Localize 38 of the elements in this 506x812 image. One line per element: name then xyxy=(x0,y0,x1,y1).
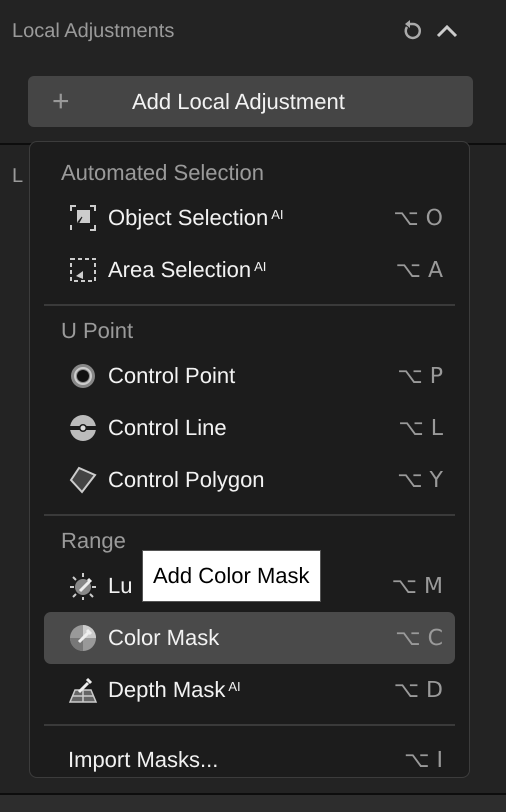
menu-item-label[interactable]: Lu xyxy=(108,573,132,599)
sun-dropper-icon xyxy=(68,571,98,601)
control-point-icon xyxy=(68,361,98,391)
menu-item-label[interactable]: Object Selection xyxy=(108,205,268,231)
color-wheel-icon xyxy=(68,623,98,653)
menu-item-label[interactable]: Area Selection xyxy=(108,257,252,283)
keyboard-shortcut: ⌥ O xyxy=(393,206,443,230)
menu-item-label[interactable]: Depth Mask xyxy=(108,677,226,703)
menu-item-label: Color Mask xyxy=(108,625,220,651)
panel-title: Local Adjustments xyxy=(12,20,174,42)
add-local-adjustment-button[interactable]: + Add Local Adjustment xyxy=(28,76,473,127)
keyboard-shortcut: ⌥ L xyxy=(398,416,443,440)
depth-dropper-icon xyxy=(68,675,98,705)
menu-item-label[interactable]: Control Line xyxy=(108,415,227,441)
keyboard-shortcut: ⌥ C xyxy=(395,626,443,650)
tooltip: Add Color Mask xyxy=(142,550,321,602)
menu-item-label[interactable]: Import Masks... xyxy=(68,747,218,773)
keyboard-shortcut: ⌥ M xyxy=(392,574,443,598)
menu-item[interactable]: Color Mask ⌥ C xyxy=(44,612,455,664)
ai-label: AI xyxy=(271,206,284,222)
collapse-chevron-icon[interactable] xyxy=(436,24,458,38)
menu-section-header: Range xyxy=(60,527,127,555)
ai-label: AI xyxy=(254,258,266,274)
section-label: L xyxy=(12,165,24,187)
keyboard-shortcut: ⌥ Y xyxy=(397,468,443,492)
ai-label: AI xyxy=(228,678,241,694)
keyboard-shortcut: ⌥ D xyxy=(394,678,443,702)
menu-section-header: U Point xyxy=(60,317,134,345)
keyboard-shortcut: ⌥ A xyxy=(396,258,443,282)
polygon-icon xyxy=(68,465,98,495)
menu-item-label[interactable]: Control Polygon xyxy=(108,467,265,493)
area-selection-icon xyxy=(68,255,98,285)
menu-item-label[interactable]: Control Point xyxy=(108,363,236,389)
reset-icon[interactable] xyxy=(402,20,422,42)
keyboard-shortcut: ⌥ I xyxy=(404,748,443,772)
object-selection-icon xyxy=(68,203,98,233)
menu-section-header: Automated Selection xyxy=(60,159,266,187)
keyboard-shortcut: ⌥ P xyxy=(397,364,443,388)
